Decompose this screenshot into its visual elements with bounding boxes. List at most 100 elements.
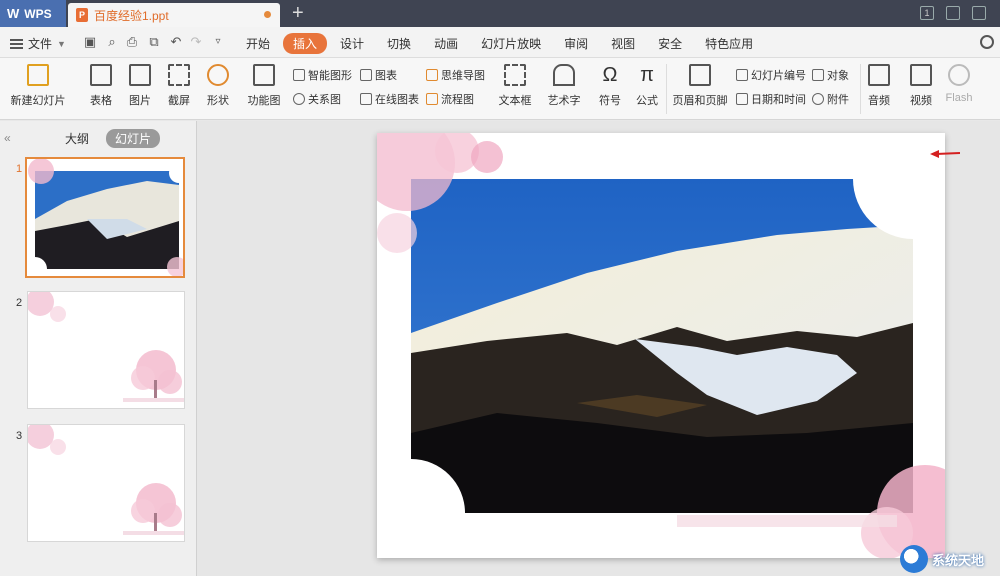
scissors-icon	[168, 64, 190, 86]
new-slide-button[interactable]: 新建幻灯片	[8, 64, 68, 108]
online-chart-button[interactable]: 在线图表	[360, 91, 419, 107]
new-slide-label: 新建幻灯片	[10, 95, 66, 107]
tab-slideshow[interactable]: 幻灯片放映	[471, 33, 551, 54]
object-label: 对象	[827, 70, 849, 82]
mind-map-button[interactable]: 思维导图	[426, 67, 485, 83]
relation-chart-icon	[293, 93, 305, 105]
skin-icon[interactable]	[946, 6, 960, 20]
pi-icon: π	[640, 64, 654, 86]
menu-bar: 文件 ▼ ▣ ⌕ ⎙ ⧉ ↶ ↷ ▿ 开始 插入 设计 切换 动画 幻灯片放映 …	[0, 27, 1000, 58]
file-menu-label: 文件	[28, 37, 53, 51]
picture-label: 图片	[129, 95, 151, 107]
video-icon	[910, 64, 932, 86]
function-chart-icon	[253, 64, 275, 86]
format-painter-icon[interactable]: ⌕	[104, 34, 120, 50]
speaker-icon	[868, 64, 890, 86]
search-icon[interactable]	[980, 35, 994, 49]
header-footer-icon	[689, 64, 711, 86]
page-indicator[interactable]: 1	[920, 6, 934, 20]
smart-graphic-icon	[293, 69, 305, 81]
header-footer-button[interactable]: 页眉和页脚	[672, 64, 728, 108]
flash-button[interactable]: Flash	[944, 64, 974, 104]
menu-tabs: 开始 插入 设计 切换 动画 幻灯片放映 审阅 视图 安全 特色应用	[236, 33, 766, 54]
tab-view[interactable]: 视图	[601, 33, 645, 54]
date-time-button[interactable]: 日期和时间	[736, 91, 806, 107]
undo-icon[interactable]: ↶	[168, 34, 184, 50]
flowchart-icon	[426, 93, 438, 105]
wordart-button[interactable]: 艺术字	[544, 64, 584, 108]
object-button[interactable]: 对象	[812, 67, 849, 83]
shirt-icon[interactable]	[972, 6, 986, 20]
slide-thumbnail-3[interactable]	[27, 424, 185, 542]
save-icon[interactable]: ▣	[82, 34, 98, 50]
slide-number: 2	[16, 297, 23, 309]
slide-number-button[interactable]: 幻灯片编号	[736, 67, 806, 83]
slide-number: 3	[16, 430, 23, 442]
tab-slides[interactable]: 幻灯片	[106, 129, 161, 148]
customize-quick-access-icon[interactable]: ▿	[210, 34, 226, 50]
tab-outline[interactable]: 大纲	[56, 129, 98, 148]
document-tab[interactable]: P 百度经验1.ppt	[68, 3, 280, 27]
symbol-button[interactable]: Ω 符号	[595, 64, 625, 108]
textbox-button[interactable]: 文本框	[496, 64, 534, 108]
table-button[interactable]: 表格	[86, 64, 116, 108]
attachment-button[interactable]: 附件	[812, 91, 849, 107]
smart-graphic-label: 智能图形	[308, 70, 352, 82]
tab-animation[interactable]: 动画	[424, 33, 468, 54]
wps-home-tab[interactable]: W WPS	[0, 0, 66, 27]
video-button[interactable]: 视频	[904, 64, 938, 108]
slide-thumbnail-2[interactable]	[27, 291, 185, 409]
document-tab-title: 百度经验1.ppt	[94, 8, 169, 23]
wps-app-name: WPS	[24, 6, 52, 21]
chevron-down-icon: ▼	[57, 38, 66, 49]
calendar-icon	[736, 93, 748, 105]
slide-editing-canvas[interactable]	[197, 121, 1000, 576]
header-footer-label: 页眉和页脚	[672, 95, 728, 107]
tab-transition[interactable]: 切换	[377, 33, 421, 54]
blossom-tree-thumbnail-image	[28, 292, 184, 408]
flowchart-button[interactable]: 流程图	[426, 91, 474, 107]
shape-button[interactable]: 形状	[203, 64, 233, 108]
new-slide-icon	[27, 64, 49, 86]
flash-label: Flash	[945, 92, 973, 104]
tab-special-apps[interactable]: 特色应用	[695, 33, 763, 54]
table-icon	[90, 64, 112, 86]
redo-icon[interactable]: ↷	[188, 34, 204, 50]
formula-button[interactable]: π 公式	[634, 64, 660, 108]
mountain-thumbnail-image	[27, 159, 183, 276]
mind-map-label: 思维导图	[441, 70, 485, 82]
ppt-file-icon: P	[76, 8, 88, 22]
collapse-panel-icon[interactable]: «	[4, 131, 11, 145]
smart-graphic-button[interactable]: 智能图形	[293, 67, 352, 83]
mountain-slide-image[interactable]	[377, 133, 945, 558]
screenshot-button[interactable]: 截屏	[164, 64, 194, 108]
relation-chart-button[interactable]: 关系图	[293, 91, 341, 107]
symbol-label: 符号	[599, 95, 621, 107]
slide-thumbnail-1[interactable]	[25, 157, 185, 278]
print-icon[interactable]: ⎙	[124, 34, 140, 50]
panel-tabs: 大纲 幻灯片	[56, 129, 161, 148]
audio-button[interactable]: 音频	[864, 64, 894, 108]
tab-insert[interactable]: 插入	[283, 33, 328, 54]
print-preview-icon[interactable]: ⧉	[146, 34, 162, 50]
slide-number-icon	[736, 69, 748, 81]
textbox-icon	[504, 64, 526, 86]
online-chart-label: 在线图表	[375, 94, 419, 106]
tab-review[interactable]: 审阅	[554, 33, 598, 54]
title-bar: W WPS P 百度经验1.ppt + 1	[0, 0, 1000, 27]
slide-number-label: 幻灯片编号	[751, 70, 806, 82]
function-chart-button[interactable]: 功能图	[244, 64, 284, 108]
flowchart-label: 流程图	[441, 94, 474, 106]
ribbon-separator	[860, 64, 861, 114]
flash-icon	[948, 64, 970, 86]
unsaved-dot-icon[interactable]	[264, 11, 271, 18]
new-tab-button[interactable]: +	[292, 2, 304, 24]
tab-start[interactable]: 开始	[236, 33, 280, 54]
tab-design[interactable]: 设计	[330, 33, 374, 54]
current-slide[interactable]	[377, 133, 945, 558]
picture-button[interactable]: 图片	[125, 64, 155, 108]
file-menu-button[interactable]: 文件 ▼	[10, 35, 66, 52]
chart-button[interactable]: 图表	[360, 67, 397, 83]
tab-security[interactable]: 安全	[648, 33, 692, 54]
date-time-label: 日期和时间	[751, 94, 806, 106]
